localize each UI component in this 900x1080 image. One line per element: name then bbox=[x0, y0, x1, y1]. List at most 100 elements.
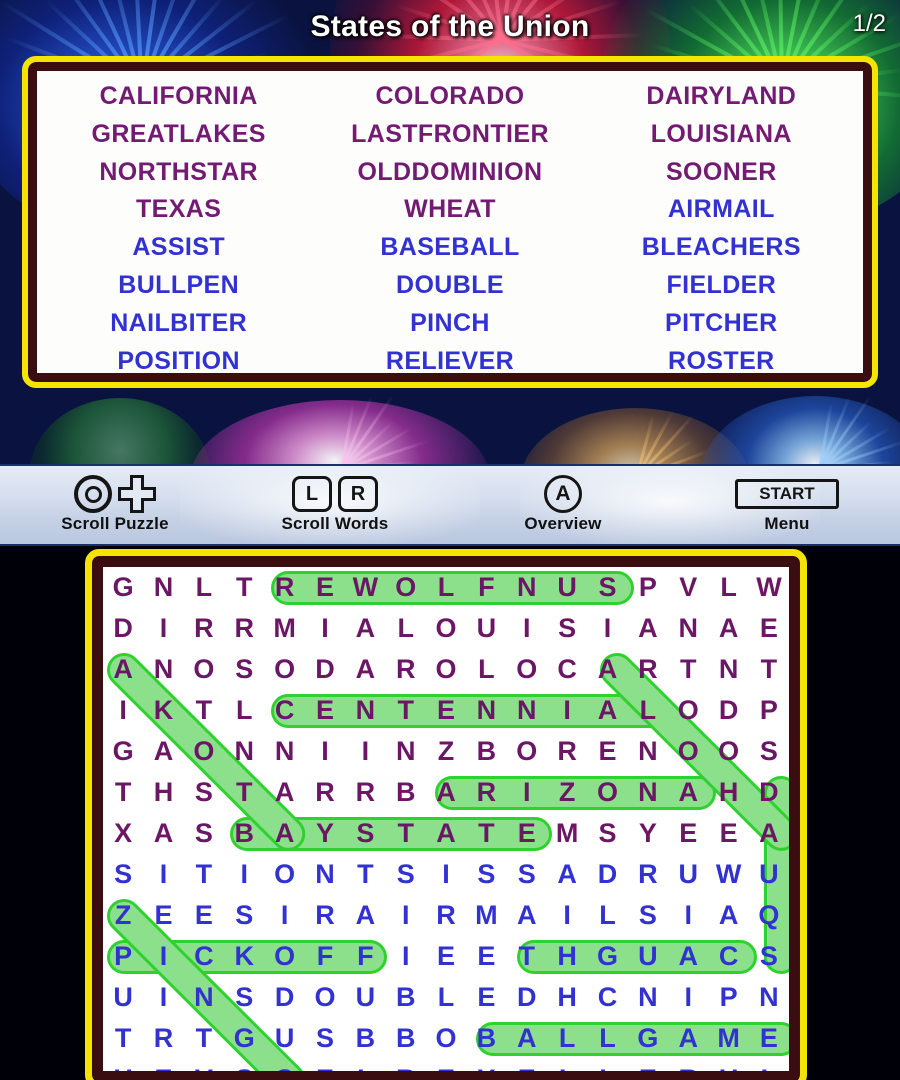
grid-cell[interactable]: U bbox=[668, 854, 708, 895]
word-list-item[interactable]: BASEBALL bbox=[380, 229, 519, 267]
grid-cell[interactable]: L bbox=[587, 1018, 627, 1059]
grid-cell[interactable]: G bbox=[224, 1018, 264, 1059]
grid-cell[interactable]: G bbox=[264, 1059, 304, 1072]
grid-cell[interactable]: A bbox=[264, 813, 304, 854]
grid-cell[interactable]: R bbox=[305, 895, 345, 936]
word-list-item[interactable]: BULLPEN bbox=[118, 267, 239, 305]
grid-cell[interactable]: U bbox=[264, 1018, 304, 1059]
grid-cell[interactable]: O bbox=[386, 567, 426, 608]
grid-cell[interactable]: A bbox=[628, 608, 668, 649]
grid-cell[interactable]: A bbox=[143, 813, 183, 854]
grid-cell[interactable]: O bbox=[507, 649, 547, 690]
grid-cell[interactable]: N bbox=[708, 649, 748, 690]
grid-cell[interactable]: N bbox=[507, 690, 547, 731]
grid-cell[interactable]: Z bbox=[426, 731, 466, 772]
grid-cell[interactable]: H bbox=[547, 977, 587, 1018]
grid-cell[interactable]: T bbox=[749, 649, 789, 690]
grid-cell[interactable]: N bbox=[345, 690, 385, 731]
grid-cell[interactable]: A bbox=[264, 772, 304, 813]
grid-cell[interactable]: F bbox=[345, 936, 385, 977]
grid-cell[interactable]: N bbox=[628, 731, 668, 772]
word-list-item[interactable]: LASTFRONTIER bbox=[351, 116, 549, 154]
grid-cell[interactable]: H bbox=[103, 1059, 143, 1072]
grid-cell[interactable]: E bbox=[507, 1059, 547, 1072]
grid-cell[interactable]: G bbox=[628, 1018, 668, 1059]
grid-cell[interactable]: E bbox=[749, 608, 789, 649]
grid-cell[interactable]: Z bbox=[547, 772, 587, 813]
grid-cell[interactable]: A bbox=[668, 936, 708, 977]
word-list-item[interactable]: RELIEVER bbox=[386, 343, 514, 381]
grid-cell[interactable]: O bbox=[668, 690, 708, 731]
grid-cell[interactable]: U bbox=[708, 1059, 748, 1072]
grid-cell[interactable]: U bbox=[749, 854, 789, 895]
grid-cell[interactable]: P bbox=[103, 936, 143, 977]
grid-cell[interactable]: R bbox=[224, 608, 264, 649]
grid-cell[interactable]: A bbox=[668, 772, 708, 813]
grid-cell[interactable]: B bbox=[386, 772, 426, 813]
grid-cell[interactable]: D bbox=[749, 772, 789, 813]
grid-cell[interactable]: S bbox=[224, 1059, 264, 1072]
grid-cell[interactable]: A bbox=[143, 731, 183, 772]
grid-cell[interactable]: L bbox=[184, 567, 224, 608]
word-list-item[interactable]: FIELDER bbox=[666, 267, 776, 305]
word-list-item[interactable]: GREATLAKES bbox=[91, 116, 265, 154]
grid-cell[interactable]: N bbox=[264, 731, 304, 772]
grid-cell[interactable]: C bbox=[264, 690, 304, 731]
grid-cell[interactable]: P bbox=[708, 977, 748, 1018]
grid-cell[interactable]: A bbox=[708, 895, 748, 936]
grid-cell[interactable]: I bbox=[668, 895, 708, 936]
grid-cell[interactable]: R bbox=[628, 854, 668, 895]
grid-cell[interactable]: R bbox=[345, 772, 385, 813]
grid-cell[interactable]: L bbox=[749, 1059, 789, 1072]
grid-cell[interactable]: S bbox=[587, 567, 627, 608]
grid-cell[interactable]: I bbox=[103, 690, 143, 731]
grid-cell[interactable]: L bbox=[587, 1059, 627, 1072]
word-list-item[interactable]: AIRMAIL bbox=[668, 191, 775, 229]
grid-cell[interactable]: O bbox=[426, 649, 466, 690]
grid-cell[interactable]: N bbox=[628, 977, 668, 1018]
grid-cell[interactable]: S bbox=[386, 854, 426, 895]
grid-cell[interactable]: I bbox=[507, 608, 547, 649]
grid-cell[interactable]: R bbox=[466, 772, 506, 813]
word-list-item[interactable]: WHEAT bbox=[404, 191, 496, 229]
grid-cell[interactable]: O bbox=[668, 731, 708, 772]
grid-cell[interactable]: V bbox=[184, 1059, 224, 1072]
grid-cell[interactable]: N bbox=[305, 854, 345, 895]
grid-cell[interactable]: H bbox=[708, 772, 748, 813]
grid-cell[interactable]: H bbox=[143, 772, 183, 813]
word-list-item[interactable]: SOONER bbox=[666, 154, 777, 192]
dpad-icon[interactable] bbox=[118, 475, 156, 513]
grid-cell[interactable]: S bbox=[305, 1018, 345, 1059]
grid-cell[interactable]: R bbox=[547, 731, 587, 772]
grid-cell[interactable]: C bbox=[587, 977, 627, 1018]
grid-cell[interactable]: D bbox=[264, 977, 304, 1018]
grid-cell[interactable]: S bbox=[224, 649, 264, 690]
grid-cell[interactable]: M bbox=[708, 1018, 748, 1059]
grid-cell[interactable]: M bbox=[466, 895, 506, 936]
grid-cell[interactable]: B bbox=[345, 1018, 385, 1059]
grid-cell[interactable]: L bbox=[426, 567, 466, 608]
word-list-item[interactable]: POSITION bbox=[117, 343, 240, 381]
grid-cell[interactable]: R bbox=[386, 649, 426, 690]
word-list-item[interactable]: COLORADO bbox=[375, 78, 524, 116]
grid-cell[interactable]: H bbox=[547, 936, 587, 977]
grid-cell[interactable]: S bbox=[184, 772, 224, 813]
grid-cell[interactable]: A bbox=[749, 813, 789, 854]
grid-cell[interactable]: I bbox=[386, 936, 426, 977]
grid-cell[interactable]: E bbox=[184, 895, 224, 936]
grid-cell[interactable]: T bbox=[507, 936, 547, 977]
grid-cell[interactable]: I bbox=[547, 690, 587, 731]
grid-cell[interactable]: Y bbox=[305, 813, 345, 854]
grid-cell[interactable]: I bbox=[305, 731, 345, 772]
grid-cell[interactable]: W bbox=[345, 567, 385, 608]
grid-cell[interactable]: A bbox=[345, 895, 385, 936]
grid-cell[interactable]: E bbox=[305, 1059, 345, 1072]
grid-cell[interactable]: R bbox=[264, 567, 304, 608]
grid-cell[interactable]: G bbox=[103, 731, 143, 772]
grid-cell[interactable]: T bbox=[386, 690, 426, 731]
grid-cell[interactable]: A bbox=[426, 813, 466, 854]
grid-cell[interactable]: E bbox=[507, 813, 547, 854]
grid-cell[interactable]: E bbox=[426, 690, 466, 731]
grid-cell[interactable]: Z bbox=[103, 895, 143, 936]
grid-cell[interactable]: L bbox=[426, 977, 466, 1018]
